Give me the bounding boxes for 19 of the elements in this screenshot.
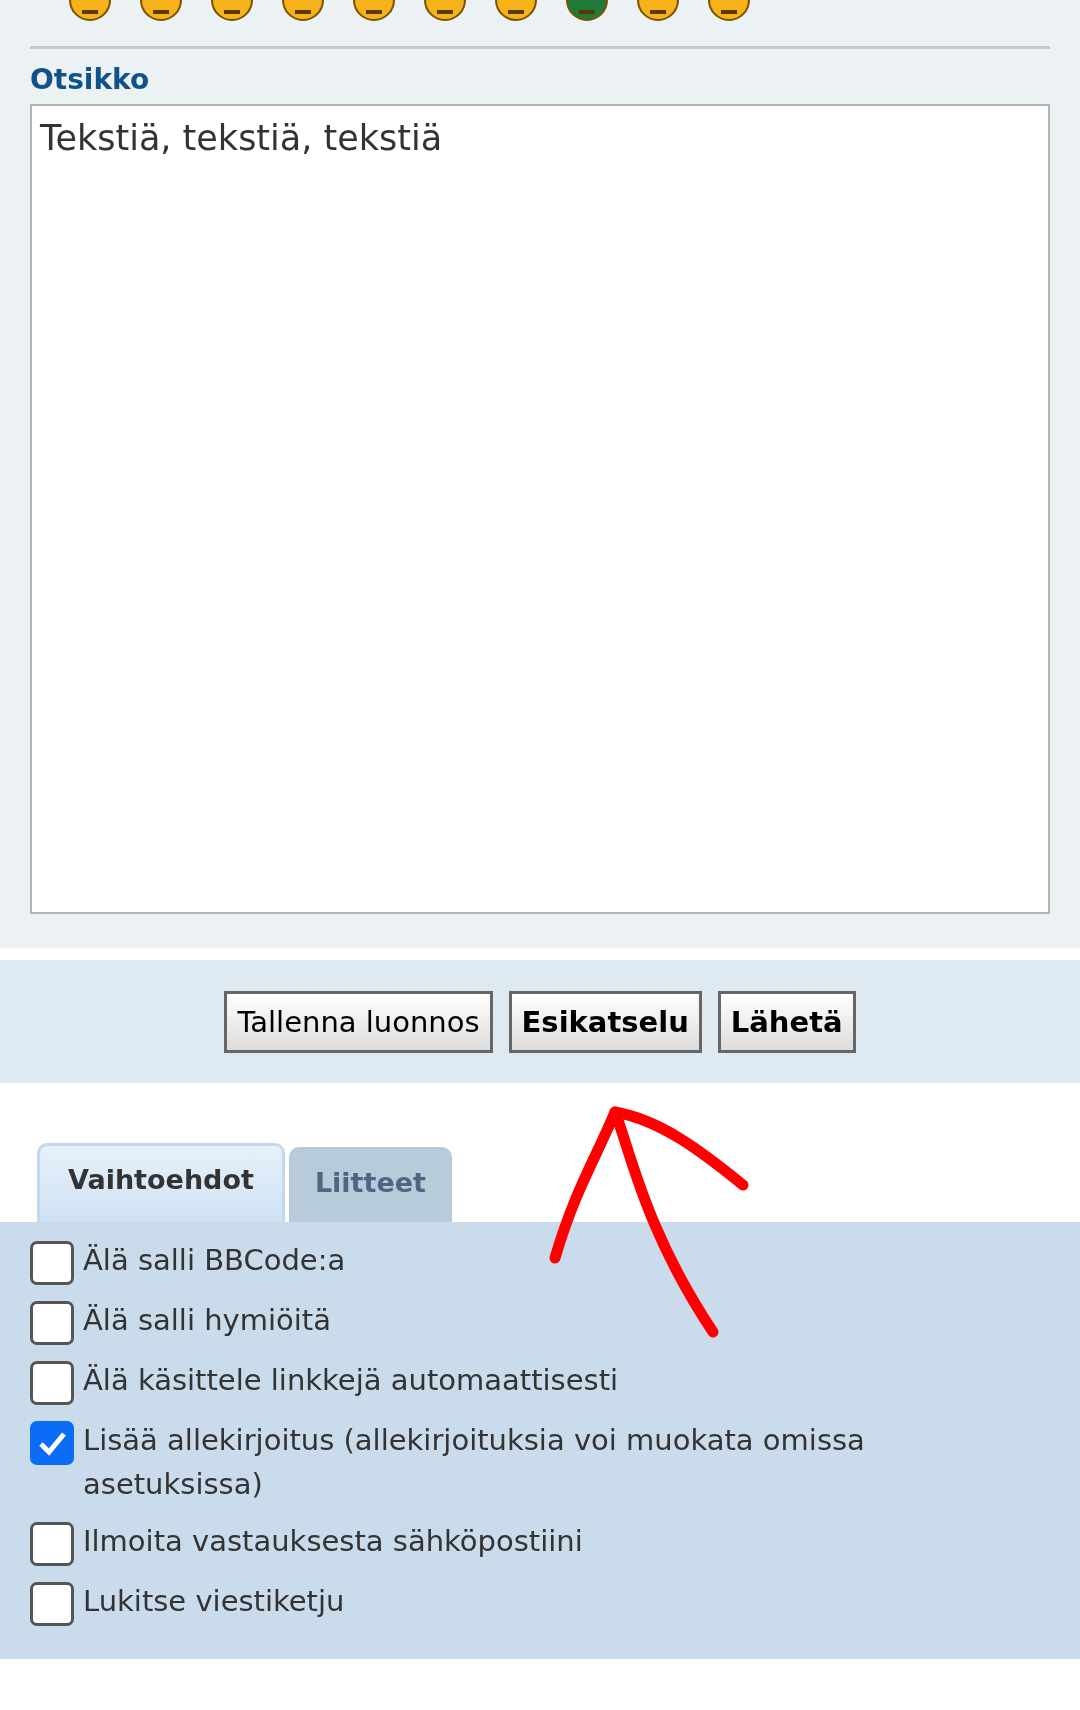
checkbox[interactable] xyxy=(30,1361,74,1405)
checkbox[interactable] xyxy=(30,1522,74,1566)
option-label: Lisää allekirjoitus (allekirjoituksia voi muokata omissa asetuksissa) xyxy=(83,1422,866,1503)
option-label: Ilmoita vastauksesta sähköpostiini xyxy=(83,1523,583,1560)
form-button[interactable]: Esikatselu xyxy=(508,990,702,1053)
message-field[interactable]: Tekstiä, tekstiä, tekstiä xyxy=(30,104,1050,914)
checkbox[interactable] xyxy=(30,1421,74,1465)
option-label: Lukitse viestiketju xyxy=(83,1583,345,1620)
subject-label: Otsikko xyxy=(30,63,151,96)
option-label: Älä salli hymiöitä xyxy=(83,1302,331,1339)
checkbox[interactable] xyxy=(30,1582,74,1626)
form-button[interactable]: Lähetä xyxy=(717,990,856,1053)
tab[interactable]: Vaihtoehdot xyxy=(37,1143,285,1222)
tab[interactable]: Liitteet xyxy=(288,1147,452,1222)
option-label: Älä käsittele linkkejä automaattisesti xyxy=(83,1362,619,1399)
option-label: Älä salli BBCode:a xyxy=(83,1242,346,1279)
form-button[interactable]: Tallenna luonnos xyxy=(224,990,493,1053)
checkbox[interactable] xyxy=(30,1241,74,1285)
checkbox[interactable] xyxy=(30,1301,74,1345)
